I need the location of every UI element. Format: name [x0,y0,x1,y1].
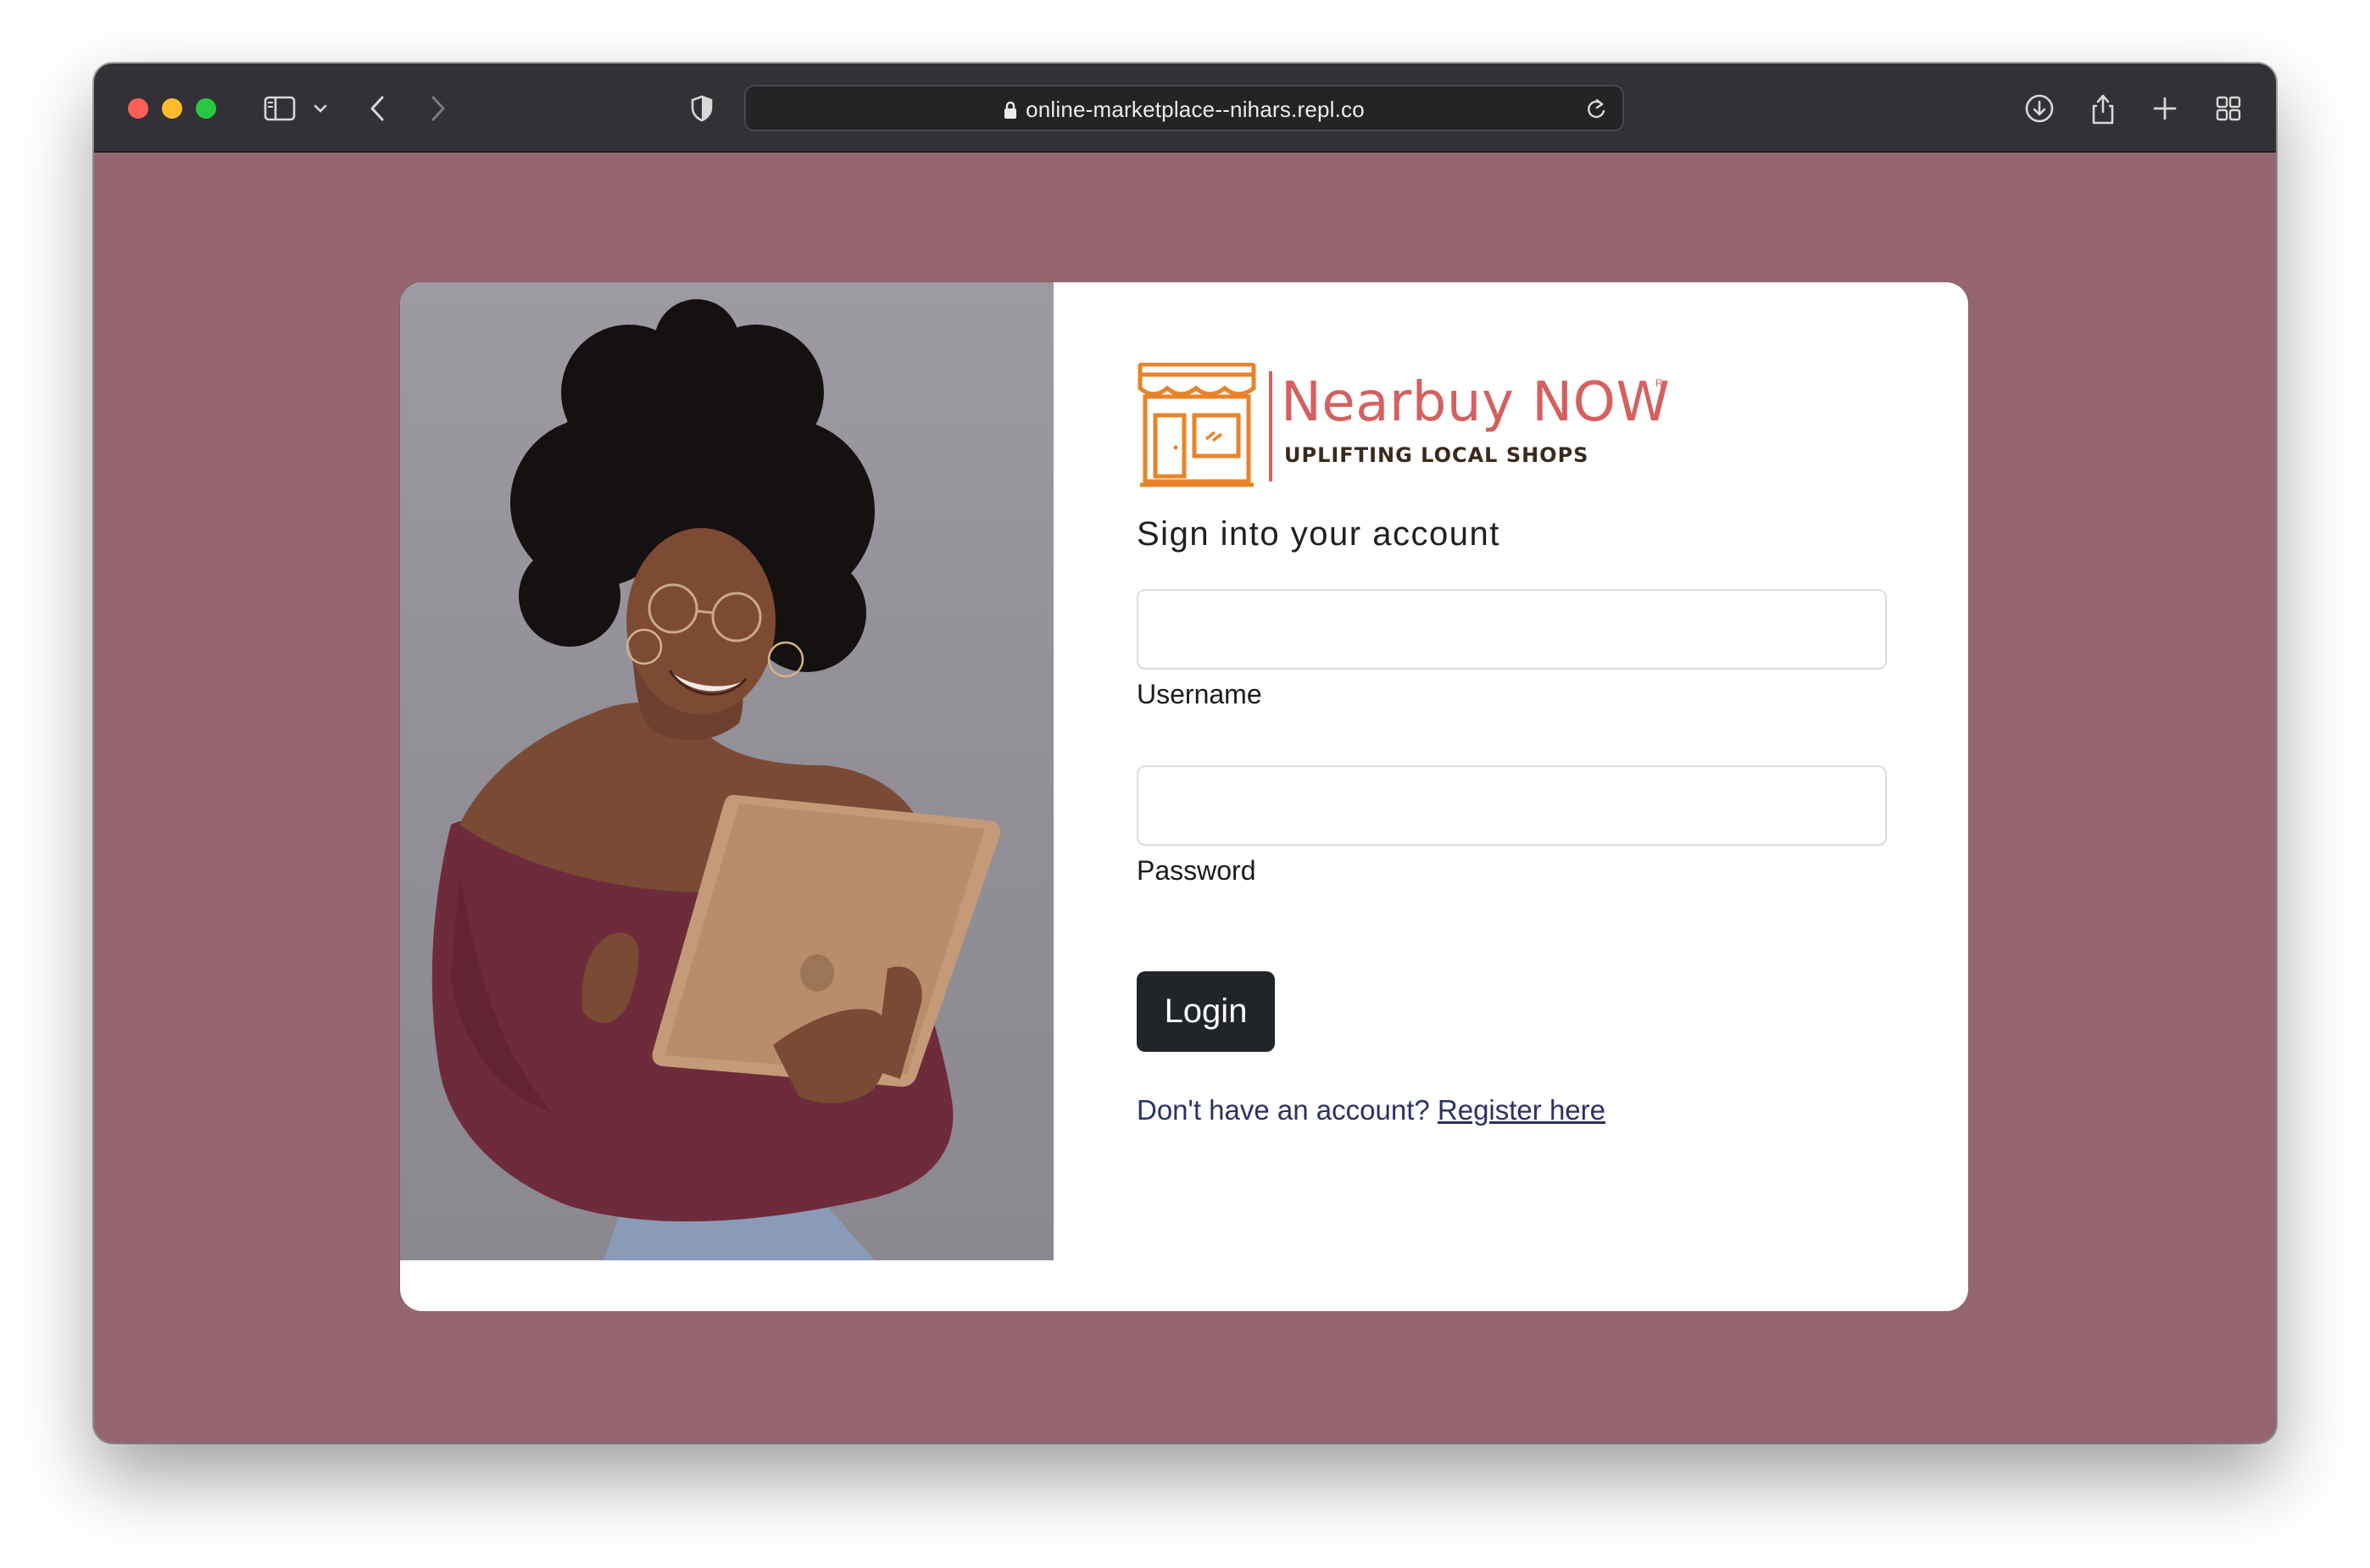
close-window-button[interactable] [128,98,148,119]
new-tab-icon[interactable] [2150,89,2180,128]
brand-name: Nearbuy NOW [1281,371,1671,434]
register-prompt: Don't have an account? [1137,1094,1430,1126]
share-icon[interactable] [2086,89,2120,128]
hero-photo [400,282,1054,1260]
login-button[interactable]: Login [1137,971,1275,1052]
address-bar[interactable]: online-marketplace--nihars.repl.co [744,85,1624,131]
username-input[interactable] [1137,589,1887,670]
register-prompt-line: Don't have an account? Register here [1137,1094,1605,1126]
chevron-down-icon[interactable] [309,89,331,128]
downloads-icon[interactable] [2022,89,2056,128]
registered-mark: R [1655,377,1663,389]
forward-icon[interactable] [425,89,450,128]
register-link[interactable]: Register here [1438,1094,1605,1126]
browser-window: online-marketplace--nihars.repl.co Nearb… [94,64,2276,1443]
lock-icon [1004,101,1017,119]
tab-overview-icon[interactable] [2213,89,2244,128]
page-title: Sign into your account [1137,515,1500,553]
back-icon[interactable] [365,89,391,128]
url-text: online-marketplace--nihars.repl.co [1026,97,1365,122]
zoom-window-button[interactable] [196,98,216,119]
page-viewport: Nearbuy NOW R UPLIFTING LOCAL SHOPS Sign… [94,153,2276,1443]
login-card: Nearbuy NOW R UPLIFTING LOCAL SHOPS Sign… [400,282,1968,1311]
privacy-shield-icon[interactable] [687,89,716,128]
reload-icon[interactable] [1585,97,1607,121]
password-input[interactable] [1137,765,1887,846]
brand-tagline: UPLIFTING LOCAL SHOPS [1284,443,1589,467]
sidebar-icon[interactable] [260,89,299,128]
password-label: Password [1137,855,1256,886]
browser-toolbar: online-marketplace--nihars.repl.co [94,64,2276,153]
username-label: Username [1137,679,1262,709]
minimize-window-button[interactable] [162,98,182,119]
